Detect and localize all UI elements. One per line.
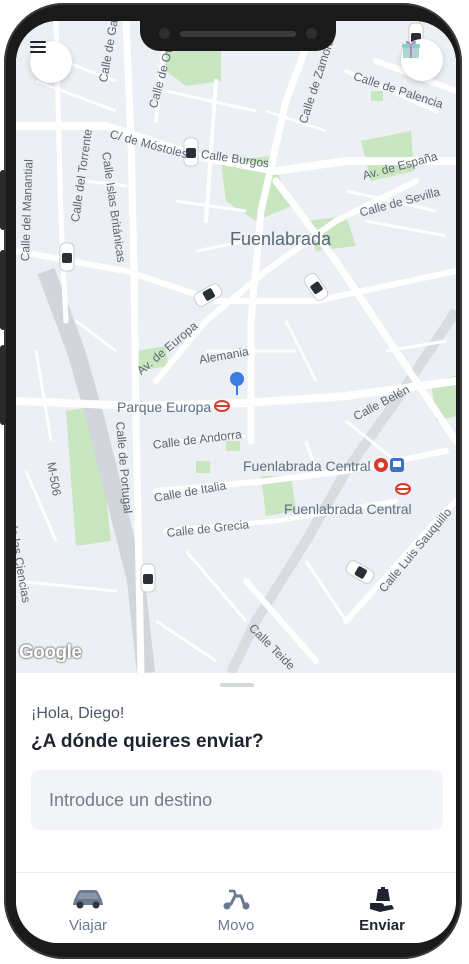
phone-side-button	[0, 170, 6, 230]
tab-label: Viajar	[68, 917, 108, 934]
tab-label: Movo	[217, 917, 255, 934]
phone-notch	[140, 21, 336, 51]
phone-side-button	[0, 250, 6, 330]
destination-placeholder: Introduce un destino	[49, 789, 213, 810]
tab-movo[interactable]: Movo	[176, 873, 296, 943]
city-label: Fuenlabrada	[230, 229, 332, 249]
map-view[interactable]: Calle de Galicia Calle de Oviedo Calle d…	[16, 21, 456, 673]
menu-button[interactable]	[30, 41, 72, 83]
poi-label: Fuenlabrada Central	[284, 501, 412, 517]
tab-viajar[interactable]: Viajar	[28, 873, 148, 943]
poi-label: Parque Europa	[117, 399, 212, 415]
destination-input[interactable]: Introduce un destino	[31, 770, 443, 830]
sheet-handle[interactable]	[220, 683, 254, 687]
tab-enviar[interactable]: Enviar	[322, 873, 442, 943]
gift-button[interactable]	[401, 39, 443, 81]
bottom-tab-bar: Viajar Movo Enviar	[16, 872, 456, 943]
scooter-icon	[176, 887, 296, 915]
phone-side-button	[0, 345, 6, 425]
app-screen: Calle de Galicia Calle de Oviedo Calle d…	[16, 21, 456, 943]
bottom-sheet: ¡Hola, Diego! ¿A dónde quieres enviar? I…	[16, 673, 456, 943]
car-icon	[28, 887, 148, 915]
tab-label: Enviar	[359, 917, 405, 934]
greeting-text: ¡Hola, Diego!	[31, 705, 125, 722]
google-logo: Google	[19, 642, 82, 663]
sheet-question: ¿A dónde quieres enviar?	[31, 731, 264, 752]
package-icon	[322, 887, 442, 915]
poi-label: Fuenlabrada Central	[243, 458, 371, 474]
